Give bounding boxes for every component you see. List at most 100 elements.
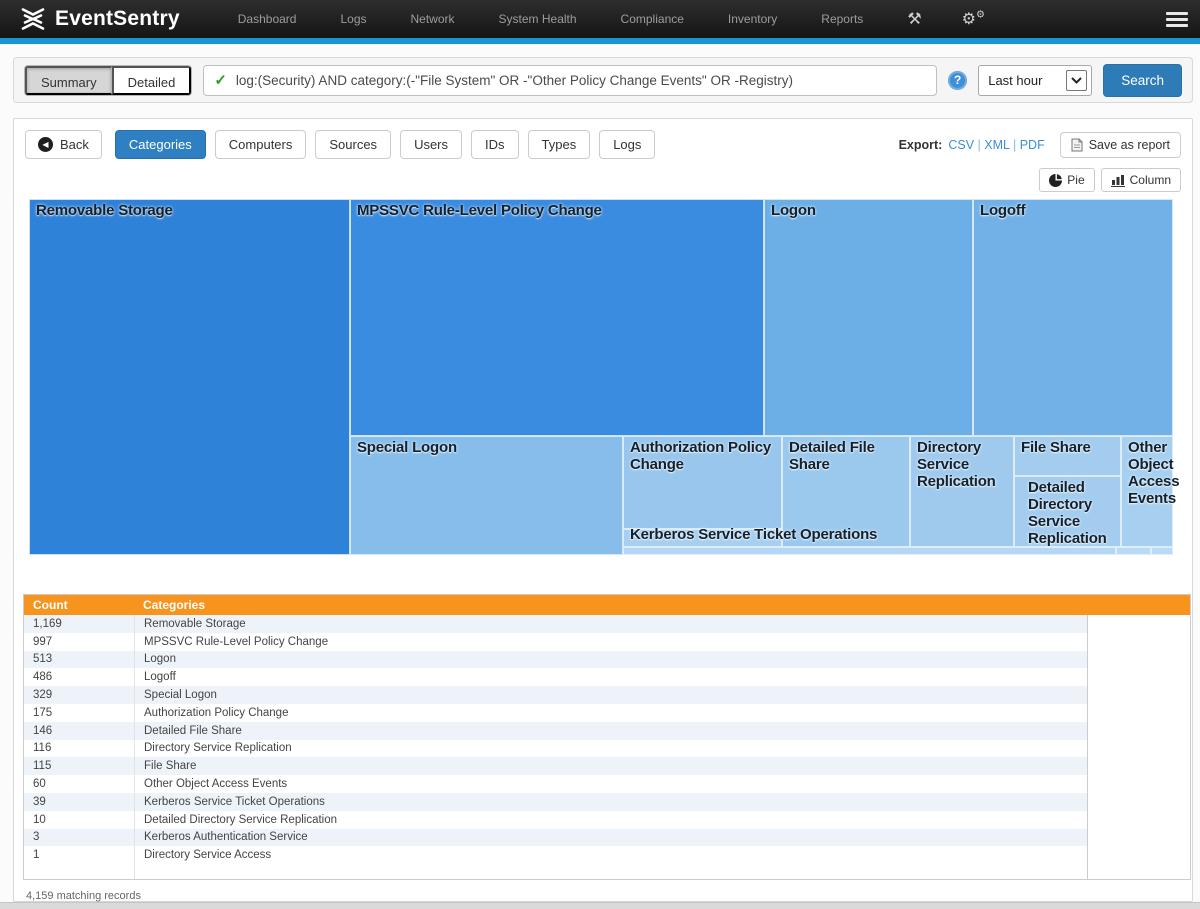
cell-count: 116	[24, 740, 134, 758]
tab-categories[interactable]: Categories	[115, 130, 206, 159]
cell-spacer	[1087, 633, 1190, 651]
back-arrow-icon: ◀	[38, 137, 53, 152]
cell-category: Other Object Access Events	[134, 775, 1087, 793]
column-view-button[interactable]: Column	[1101, 168, 1181, 192]
mode-detailed-button[interactable]: Detailed	[112, 66, 192, 95]
table-row[interactable]: 10Detailed Directory Service Replication	[24, 811, 1190, 829]
treemap-cell-directory-service-access[interactable]	[1151, 547, 1173, 555]
table-row[interactable]: 329Special Logon	[24, 686, 1190, 704]
cell-count: 997	[24, 633, 134, 651]
accent-bar	[0, 38, 1200, 44]
save-as-report-button[interactable]: Save as report	[1060, 132, 1181, 158]
treemap-label: Directory Service Replication	[911, 437, 1013, 494]
export-area: Export: CSV | XML | PDF Save as report	[899, 132, 1181, 158]
tab-logs[interactable]: Logs	[599, 130, 655, 159]
cell-spacer	[1087, 846, 1190, 864]
treemap-label: Removable Storage	[30, 200, 349, 223]
treemap-cell-logon[interactable]: Logon	[764, 199, 973, 436]
export-xml-link[interactable]: XML	[984, 138, 1009, 152]
nav-item-logs[interactable]: Logs	[340, 12, 366, 26]
back-button[interactable]: ◀ Back	[25, 130, 102, 159]
treemap-cell-kerberos-authentication-service[interactable]	[1116, 547, 1151, 555]
cell-spacer	[1087, 829, 1190, 847]
table-row[interactable]: 60Other Object Access Events	[24, 775, 1190, 793]
table-row[interactable]: 115File Share	[24, 757, 1190, 775]
treemap-cell-authorization-policy-change[interactable]: Authorization Policy Change	[623, 436, 782, 529]
table-row[interactable]: 513Logon	[24, 651, 1190, 669]
table-header-count[interactable]: Count	[24, 595, 134, 615]
cell-count: 175	[24, 704, 134, 722]
gears-icon[interactable]: ⚙⚙	[962, 9, 985, 29]
nav-item-system-health[interactable]: System Health	[499, 12, 577, 26]
tab-ids[interactable]: IDs	[471, 130, 519, 159]
cell-category: Authorization Policy Change	[134, 704, 1087, 722]
report-document-icon	[1071, 138, 1083, 152]
export-csv-link[interactable]: CSV	[948, 138, 974, 152]
pie-chart-icon	[1049, 174, 1062, 187]
table-row[interactable]: 175Authorization Policy Change	[24, 704, 1190, 722]
nav-item-inventory[interactable]: Inventory	[728, 12, 777, 26]
help-icon[interactable]: ?	[948, 71, 967, 90]
nav-item-network[interactable]: Network	[411, 12, 455, 26]
nav-item-dashboard[interactable]: Dashboard	[238, 12, 297, 26]
cell-category: Kerberos Service Ticket Operations	[134, 793, 1087, 811]
cell-category: Special Logon	[134, 686, 1087, 704]
table-row[interactable]: 3Kerberos Authentication Service	[24, 829, 1190, 847]
treemap-cell-logoff[interactable]: Logoff	[973, 199, 1173, 436]
cell-count: 146	[24, 722, 134, 740]
table-row[interactable]: 1Directory Service Access	[24, 846, 1190, 864]
tab-computers[interactable]: Computers	[215, 130, 307, 159]
query-valid-icon: ✓	[214, 71, 227, 89]
pie-view-button[interactable]: Pie	[1039, 168, 1094, 192]
tab-sources[interactable]: Sources	[315, 130, 391, 159]
treemap-cell-removable-storage[interactable]: Removable Storage	[29, 199, 350, 555]
search-button[interactable]: Search	[1103, 64, 1182, 97]
eventsentry-logo-icon	[20, 6, 46, 32]
cell-category: Removable Storage	[134, 615, 1087, 633]
bottom-bar	[0, 902, 1200, 909]
cell-category: Detailed File Share	[134, 722, 1087, 740]
table-header-row: Count Categories	[24, 595, 1190, 615]
table-row[interactable]: 486Logoff	[24, 668, 1190, 686]
cell-count: 329	[24, 686, 134, 704]
table-row[interactable]: 39Kerberos Service Ticket Operations	[24, 793, 1190, 811]
cell-category: Kerberos Authentication Service	[134, 829, 1087, 847]
table-row[interactable]: 116Directory Service Replication	[24, 740, 1190, 758]
search-input[interactable]: ✓ log:(Security) AND category:(-"File Sy…	[203, 65, 937, 96]
pie-label: Pie	[1067, 173, 1084, 187]
cell-count: 115	[24, 757, 134, 775]
cell-spacer	[1087, 811, 1190, 829]
cell-spacer	[1087, 793, 1190, 811]
tab-types[interactable]: Types	[528, 130, 591, 159]
query-text: log:(Security) AND category:(-"File Syst…	[236, 73, 793, 88]
mode-summary-button[interactable]: Summary	[25, 66, 112, 95]
tab-users[interactable]: Users	[400, 130, 462, 159]
tools-icon[interactable]: ⚒	[907, 9, 921, 29]
column-chart-icon	[1111, 174, 1125, 187]
chevron-down-icon	[1066, 70, 1087, 91]
treemap-cell-special-logon[interactable]: Special Logon	[350, 436, 623, 555]
results-toolbar: ◀ Back Categories Computers Sources Users ID…	[14, 119, 1192, 159]
brand[interactable]: EventSentry	[20, 6, 180, 32]
nav-item-compliance[interactable]: Compliance	[621, 12, 684, 26]
table-row[interactable]: 1,169Removable Storage	[24, 615, 1190, 633]
treemap-cell-mpssvc-rule-level-policy-change[interactable]: MPSSVC Rule-Level Policy Change	[350, 199, 764, 436]
table-row[interactable]: 997MPSSVC Rule-Level Policy Change	[24, 633, 1190, 651]
nav-item-reports[interactable]: Reports	[821, 12, 863, 26]
table-row[interactable]: 146Detailed File Share	[24, 722, 1190, 740]
treemap-cell-other-object-access-events[interactable]: Other Object Access Events	[1121, 436, 1173, 547]
save-as-report-label: Save as report	[1089, 138, 1170, 152]
treemap-cell-file-share[interactable]: File Share	[1014, 436, 1121, 476]
treemap-cell-detailed-directory-service-replication[interactable]: Detailed Directory Service Replication	[1014, 476, 1121, 547]
export-pdf-link[interactable]: PDF	[1020, 138, 1045, 152]
treemap-cell-kerberos-service-ticket-operations[interactable]: Kerberos Service Ticket Operations	[623, 529, 782, 547]
cell-count: 1	[24, 846, 134, 864]
search-panel: SummaryDetailed ✓ log:(Security) AND cat…	[13, 57, 1193, 103]
menu-icon[interactable]	[1166, 12, 1188, 27]
treemap-label: Special Logon	[351, 437, 622, 460]
treemap-label: Logon	[765, 200, 972, 223]
cell-count: 60	[24, 775, 134, 793]
time-range-select[interactable]: Last hour	[978, 65, 1092, 96]
treemap-cell-directory-service-replication[interactable]: Directory Service Replication	[910, 436, 1014, 547]
table-header-categories[interactable]: Categories	[134, 595, 1087, 615]
